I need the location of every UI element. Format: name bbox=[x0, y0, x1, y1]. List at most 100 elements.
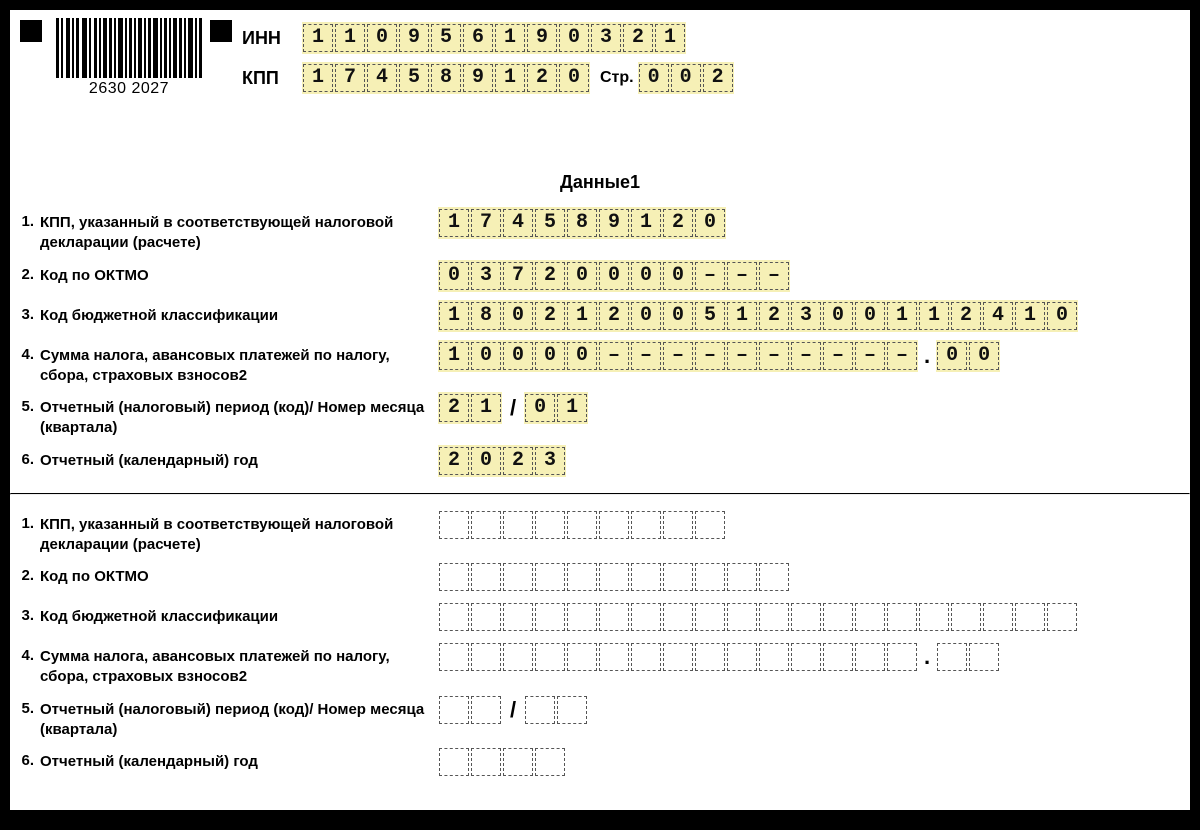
char-cell: 1 bbox=[439, 209, 469, 237]
char-cell: 3 bbox=[591, 24, 621, 52]
char-cell: 0 bbox=[567, 262, 597, 290]
char-cell: – bbox=[823, 342, 853, 370]
section-title: Данные1 bbox=[10, 172, 1190, 193]
data-block-2: 1. КПП, указанный в соответствующей нало… bbox=[10, 495, 1190, 795]
row-num: 3. bbox=[14, 300, 40, 323]
char-cell-empty bbox=[471, 563, 501, 591]
char-cell-empty bbox=[535, 748, 565, 776]
char-cell: 2 bbox=[535, 262, 565, 290]
char-cell-empty bbox=[535, 563, 565, 591]
char-cell-empty bbox=[631, 643, 661, 671]
row-num: 1. bbox=[14, 207, 40, 230]
char-cell: 2 bbox=[759, 302, 789, 330]
char-cell: – bbox=[759, 262, 789, 290]
period-a-cells: 21 bbox=[438, 392, 502, 424]
char-cell-empty bbox=[525, 696, 555, 724]
char-cell-empty bbox=[855, 603, 885, 631]
char-cell: 6 bbox=[463, 24, 493, 52]
char-cell-empty bbox=[887, 643, 917, 671]
row-num: 6. bbox=[14, 746, 40, 769]
char-cell: 5 bbox=[535, 209, 565, 237]
char-cell-empty bbox=[471, 748, 501, 776]
char-cell: 8 bbox=[567, 209, 597, 237]
char-cell: 0 bbox=[503, 302, 533, 330]
char-cell: 0 bbox=[535, 342, 565, 370]
char-cell-empty bbox=[759, 563, 789, 591]
char-cell: 0 bbox=[671, 64, 701, 92]
row-num: 2. bbox=[14, 561, 40, 584]
barcode-number: 2630 2027 bbox=[54, 80, 204, 98]
char-cell-empty bbox=[727, 563, 757, 591]
char-cell: 3 bbox=[535, 447, 565, 475]
char-cell-empty bbox=[695, 643, 725, 671]
row-num: 2. bbox=[14, 260, 40, 283]
row-label: Отчетный (налоговый) период (код)/ Номер… bbox=[40, 392, 438, 439]
row-num: 3. bbox=[14, 601, 40, 624]
period-b-cells-empty bbox=[524, 694, 588, 726]
char-cell-empty bbox=[439, 511, 469, 539]
row-label: Отчетный (календарный) год bbox=[40, 445, 438, 471]
char-cell-empty bbox=[631, 511, 661, 539]
char-cell-empty bbox=[823, 643, 853, 671]
row-label: Код бюджетной классификации bbox=[40, 601, 438, 627]
char-cell: 4 bbox=[367, 64, 397, 92]
row-label: Код бюджетной классификации bbox=[40, 300, 438, 326]
char-cell: 0 bbox=[471, 342, 501, 370]
row-num: 5. bbox=[14, 392, 40, 415]
char-cell-empty bbox=[663, 511, 693, 539]
kbk-cells-empty bbox=[438, 601, 1078, 633]
char-cell-empty bbox=[887, 603, 917, 631]
char-cell-empty bbox=[503, 511, 533, 539]
period-slash: / bbox=[510, 394, 516, 422]
char-cell: 1 bbox=[303, 64, 333, 92]
char-cell: 5 bbox=[695, 302, 725, 330]
char-cell: 9 bbox=[527, 24, 557, 52]
sum-int-cells-empty bbox=[438, 641, 918, 673]
char-cell: 0 bbox=[631, 262, 661, 290]
char-cell: 0 bbox=[599, 262, 629, 290]
char-cell: 1 bbox=[495, 24, 525, 52]
row-num: 4. bbox=[14, 340, 40, 363]
char-cell: 5 bbox=[399, 64, 429, 92]
char-cell-empty bbox=[759, 603, 789, 631]
char-cell: 9 bbox=[399, 24, 429, 52]
char-cell: 0 bbox=[1047, 302, 1077, 330]
char-cell-empty bbox=[663, 603, 693, 631]
char-cell: 0 bbox=[663, 262, 693, 290]
char-cell-empty bbox=[567, 563, 597, 591]
char-cell: – bbox=[631, 342, 661, 370]
char-cell-empty bbox=[567, 603, 597, 631]
char-cell: 4 bbox=[503, 209, 533, 237]
row-label: КПП, указанный в соответствующей налогов… bbox=[40, 509, 438, 556]
kpp-label: КПП bbox=[242, 68, 302, 89]
year-cells-empty bbox=[438, 746, 566, 778]
inn-cells: 110956190321 bbox=[302, 22, 686, 54]
char-cell-empty bbox=[503, 603, 533, 631]
char-cell-empty bbox=[663, 643, 693, 671]
char-cell: 3 bbox=[471, 262, 501, 290]
row-num: 6. bbox=[14, 445, 40, 468]
char-cell-empty bbox=[919, 603, 949, 631]
char-cell: 2 bbox=[439, 447, 469, 475]
char-cell: 0 bbox=[823, 302, 853, 330]
row-label: Отчетный (календарный) год bbox=[40, 746, 438, 772]
char-cell: 2 bbox=[951, 302, 981, 330]
row-num: 4. bbox=[14, 641, 40, 664]
char-cell: 0 bbox=[367, 24, 397, 52]
char-cell: 0 bbox=[631, 302, 661, 330]
char-cell: 2 bbox=[535, 302, 565, 330]
char-cell: 9 bbox=[599, 209, 629, 237]
char-cell: 5 bbox=[431, 24, 461, 52]
char-cell: 0 bbox=[525, 394, 555, 422]
char-cell-empty bbox=[535, 643, 565, 671]
char-cell: – bbox=[727, 262, 757, 290]
char-cell: – bbox=[663, 342, 693, 370]
char-cell: – bbox=[727, 342, 757, 370]
char-cell: 1 bbox=[1015, 302, 1045, 330]
char-cell: 1 bbox=[495, 64, 525, 92]
tax-form-page: 2630 2027 ИНН 110956190321 КПП 174589120… bbox=[10, 10, 1190, 810]
char-cell-empty bbox=[599, 643, 629, 671]
header-codes: ИНН 110956190321 КПП 174589120 Стр. 002 bbox=[242, 22, 734, 102]
char-cell-empty bbox=[791, 603, 821, 631]
char-cell: 1 bbox=[439, 342, 469, 370]
